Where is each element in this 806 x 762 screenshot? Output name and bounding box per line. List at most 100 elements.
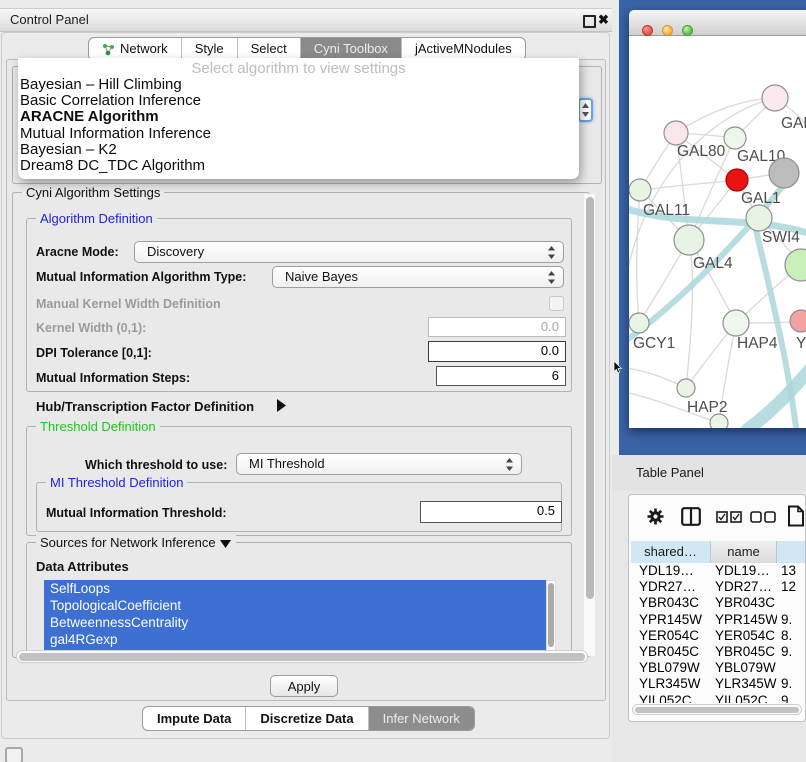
table-cell[interactable]: YBR045C bbox=[711, 644, 777, 660]
manual-kernel-checkbox[interactable] bbox=[549, 296, 564, 311]
table-cell[interactable]: YPR145W bbox=[711, 612, 777, 628]
table-cell[interactable]: 13 bbox=[777, 563, 799, 579]
float-window-icon[interactable] bbox=[583, 15, 596, 28]
network-node-hap2[interactable] bbox=[677, 379, 695, 397]
apply-button[interactable]: Apply bbox=[270, 675, 338, 697]
table-cell[interactable]: YBL079W bbox=[711, 660, 777, 676]
settings-vertical-scrollbar[interactable] bbox=[584, 194, 595, 656]
column-layout-icon[interactable] bbox=[681, 507, 701, 526]
attributes-scrollbar[interactable] bbox=[546, 580, 556, 652]
checked-boxes-icon[interactable] bbox=[716, 511, 743, 523]
tab-impute-data[interactable]: Impute Data bbox=[143, 707, 245, 730]
algorithm-option[interactable]: Basic Correlation Inference bbox=[18, 93, 579, 109]
tab-cyni-toolbox[interactable]: Cyni Toolbox bbox=[300, 38, 401, 60]
table-row[interactable]: YPR145WYPR145W9. bbox=[631, 612, 805, 628]
which-threshold-combo[interactable]: MI Threshold bbox=[236, 453, 522, 475]
table-cell[interactable]: 12 bbox=[777, 579, 799, 595]
column-header-clipped[interactable] bbox=[777, 541, 805, 563]
scrollbar-thumb[interactable] bbox=[19, 653, 585, 661]
tab-infer-network[interactable]: Infer Network bbox=[368, 707, 474, 730]
table-row[interactable]: YDR27…YDR27…12 bbox=[631, 579, 805, 595]
settings-horizontal-scrollbar[interactable] bbox=[16, 650, 588, 663]
table-cell[interactable]: YBR043C bbox=[631, 595, 711, 611]
table-cell[interactable]: YPR145W bbox=[631, 612, 711, 628]
aracne-mode-combo[interactable]: Discovery bbox=[134, 241, 564, 263]
table-row[interactable]: YLR345WYLR345W9. bbox=[631, 676, 805, 692]
table-cell[interactable]: 9. bbox=[777, 612, 799, 628]
table-cell[interactable]: YIL052C bbox=[631, 693, 711, 704]
table-row[interactable]: YBR043CYBR043C bbox=[631, 595, 805, 611]
table-row[interactable]: YBR045CYBR045C9. bbox=[631, 644, 805, 660]
attribute-item[interactable]: gal4RGexp bbox=[44, 631, 546, 648]
mi-threshold-field[interactable]: 0.5 bbox=[420, 501, 562, 523]
attribute-item[interactable]: BetweennessCentrality bbox=[44, 614, 546, 631]
tab-network[interactable]: Network bbox=[89, 38, 181, 60]
tab-style[interactable]: Style bbox=[181, 38, 237, 60]
network-node-gal1[interactable] bbox=[726, 169, 748, 191]
tab-select[interactable]: Select bbox=[237, 38, 300, 60]
table-cell[interactable]: YBL079W bbox=[631, 660, 711, 676]
network-view-window[interactable]: GALGAL80GAL10GAL1GAL11SWI4GAL4GCY1HAP4YH… bbox=[629, 10, 806, 428]
scrollbar-thumb[interactable] bbox=[635, 707, 799, 713]
network-edge[interactable] bbox=[676, 98, 775, 133]
network-node-gal10[interactable] bbox=[724, 127, 746, 149]
network-node[interactable] bbox=[710, 414, 728, 428]
close-icon[interactable]: ✖ bbox=[598, 12, 609, 28]
network-node-gcy1[interactable] bbox=[629, 313, 649, 333]
table-row[interactable]: YDL19…YDL19…13 bbox=[631, 563, 805, 579]
expand-triangle-icon[interactable] bbox=[276, 398, 287, 413]
tab-discretize-data[interactable]: Discretize Data bbox=[245, 707, 367, 730]
attribute-item[interactable]: SelfLoops bbox=[44, 580, 546, 597]
network-node[interactable] bbox=[769, 158, 799, 188]
control-panel-titlebar[interactable]: Control Panel ✖ bbox=[0, 8, 612, 32]
gear-icon[interactable] bbox=[646, 507, 665, 526]
table-cell[interactable]: YBR043C bbox=[711, 595, 777, 611]
algorithm-option[interactable]: Bayesian – K2 bbox=[18, 142, 579, 158]
table-cell[interactable]: YDL19… bbox=[711, 563, 777, 579]
scrollbar-thumb[interactable] bbox=[586, 197, 594, 599]
table-cell[interactable]: YER054C bbox=[711, 628, 777, 644]
tab-jactivemnodules[interactable]: jActiveMNodules bbox=[401, 38, 525, 60]
network-node-gal[interactable] bbox=[762, 85, 788, 111]
unchecked-boxes-icon[interactable] bbox=[750, 511, 777, 523]
table-cell[interactable]: YER054C bbox=[631, 628, 711, 644]
network-graph[interactable]: GALGAL80GAL10GAL1GAL11SWI4GAL4GCY1HAP4YH… bbox=[629, 36, 806, 428]
collapse-triangle-icon[interactable] bbox=[219, 539, 232, 549]
algorithm-option[interactable]: Mutual Information Inference bbox=[18, 126, 579, 142]
algorithm-option-aracne[interactable]: ARACNE Algorithm bbox=[18, 109, 579, 125]
network-node-gal80[interactable] bbox=[664, 121, 688, 145]
algorithm-option[interactable]: Dream8 DC_TDC Algorithm bbox=[18, 158, 579, 174]
data-attributes-list[interactable]: SelfLoops TopologicalCoefficient Between… bbox=[44, 580, 546, 652]
table-cell[interactable]: YDR27… bbox=[631, 579, 711, 595]
table-horizontal-scrollbar[interactable] bbox=[632, 704, 802, 715]
table-cell[interactable]: YLR345W bbox=[711, 676, 777, 692]
table-panel-titlebar[interactable]: Table Panel bbox=[612, 455, 806, 491]
table-cell[interactable]: 9 bbox=[777, 693, 799, 704]
close-traffic-light[interactable] bbox=[642, 25, 653, 36]
table-body[interactable]: YDL19…YDL19…13YDR27…YDR27…12YBR043CYBR04… bbox=[631, 563, 805, 703]
document-icon[interactable] bbox=[787, 505, 805, 527]
mi-algorithm-type-combo[interactable]: Naive Bayes bbox=[272, 266, 564, 288]
mi-steps-field[interactable]: 6 bbox=[436, 366, 566, 386]
network-node-gal4[interactable] bbox=[674, 225, 704, 255]
table-row[interactable]: YER054CYER054C8. bbox=[631, 628, 805, 644]
network-edge[interactable] bbox=[686, 240, 692, 388]
network-node-swi4[interactable] bbox=[746, 205, 772, 231]
table-cell[interactable]: 9. bbox=[777, 644, 799, 660]
table-row[interactable]: YIL052CYIL052C9 bbox=[631, 693, 805, 704]
dpi-tolerance-field[interactable]: 0.0 bbox=[428, 341, 566, 362]
table-cell[interactable]: YDL19… bbox=[631, 563, 711, 579]
network-node-hap4[interactable] bbox=[723, 310, 749, 336]
algorithm-combo-stepper[interactable] bbox=[578, 98, 593, 122]
docked-panel-icon[interactable] bbox=[5, 747, 23, 762]
network-window-titlebar[interactable] bbox=[629, 10, 806, 36]
network-edge[interactable] bbox=[640, 180, 737, 190]
kernel-width-field[interactable]: 0.0 bbox=[428, 317, 566, 337]
minimize-traffic-light[interactable] bbox=[662, 25, 673, 36]
table-cell[interactable]: YBR045C bbox=[631, 644, 711, 660]
network-node-gal11[interactable] bbox=[629, 179, 651, 201]
column-header-shared[interactable]: shared… bbox=[631, 541, 711, 563]
attribute-item[interactable]: TopologicalCoefficient bbox=[44, 597, 546, 614]
zoom-traffic-light[interactable] bbox=[682, 25, 693, 36]
table-cell[interactable]: 8. bbox=[777, 628, 799, 644]
